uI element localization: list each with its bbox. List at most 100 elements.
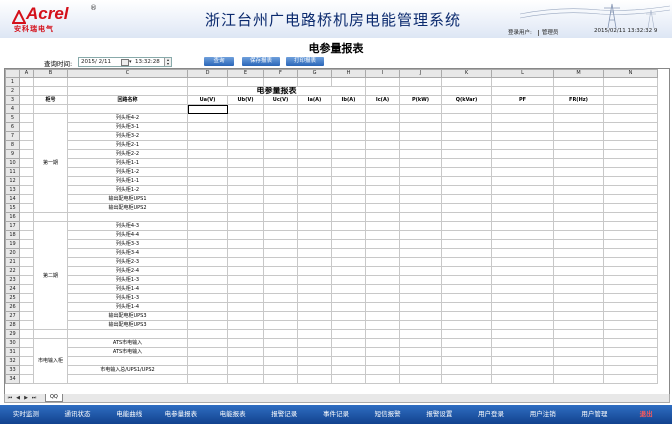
data-cell[interactable]	[603, 149, 658, 159]
data-cell[interactable]	[441, 365, 492, 375]
data-cell[interactable]	[187, 293, 228, 303]
data-cell[interactable]	[399, 230, 442, 240]
data-cell[interactable]	[441, 113, 492, 123]
row-number[interactable]: 19	[5, 239, 20, 249]
table-cell[interactable]	[491, 212, 554, 222]
data-cell[interactable]	[187, 140, 228, 150]
sheet-tab-qq[interactable]: QQ	[45, 394, 63, 402]
data-cell[interactable]	[227, 347, 264, 357]
data-cell[interactable]	[441, 284, 492, 294]
data-cell[interactable]	[365, 338, 400, 348]
data-cell[interactable]	[263, 347, 298, 357]
column-letter[interactable]: C	[67, 69, 188, 78]
data-cell[interactable]	[331, 194, 366, 204]
data-cell[interactable]	[553, 284, 604, 294]
data-cell[interactable]	[441, 158, 492, 168]
data-cell[interactable]	[297, 356, 332, 366]
table-cell[interactable]	[491, 329, 554, 339]
column-letter[interactable]: J	[399, 69, 442, 78]
table-cell[interactable]	[365, 86, 400, 96]
data-cell[interactable]	[297, 293, 332, 303]
table-cell[interactable]	[441, 329, 492, 339]
data-cell[interactable]	[263, 158, 298, 168]
data-cell[interactable]	[297, 374, 332, 384]
data-cell[interactable]	[365, 320, 400, 330]
row-number[interactable]: 25	[5, 293, 20, 303]
data-cell[interactable]	[331, 185, 366, 195]
data-cell[interactable]	[441, 356, 492, 366]
data-cell[interactable]	[441, 302, 492, 312]
data-cell[interactable]	[187, 167, 228, 177]
data-cell[interactable]	[603, 302, 658, 312]
data-cell[interactable]	[297, 221, 332, 231]
data-cell[interactable]	[399, 374, 442, 384]
data-cell[interactable]	[441, 194, 492, 204]
table-cell[interactable]	[187, 212, 228, 222]
data-cell[interactable]	[227, 122, 264, 132]
data-cell[interactable]	[553, 185, 604, 195]
data-cell[interactable]	[227, 320, 264, 330]
data-cell[interactable]	[553, 266, 604, 276]
data-cell[interactable]	[227, 194, 264, 204]
row-number[interactable]: 2	[5, 86, 20, 96]
data-cell[interactable]	[331, 257, 366, 267]
table-cell[interactable]	[331, 212, 366, 222]
data-cell[interactable]	[187, 257, 228, 267]
chevron-down-icon[interactable]: ▾	[129, 58, 132, 66]
column-letter[interactable]	[5, 69, 20, 78]
data-cell[interactable]	[297, 338, 332, 348]
data-cell[interactable]	[491, 167, 554, 177]
table-cell[interactable]	[399, 104, 442, 114]
data-cell[interactable]	[365, 176, 400, 186]
data-cell[interactable]	[331, 248, 366, 258]
data-cell[interactable]	[491, 122, 554, 132]
data-cell[interactable]	[263, 374, 298, 384]
data-cell[interactable]	[331, 122, 366, 132]
save-report-button[interactable]: 保存报表	[242, 57, 280, 66]
data-cell[interactable]	[441, 221, 492, 231]
data-cell[interactable]	[331, 302, 366, 312]
table-cell[interactable]	[553, 212, 604, 222]
data-cell[interactable]	[187, 158, 228, 168]
data-cell[interactable]	[227, 230, 264, 240]
table-cell[interactable]	[227, 329, 264, 339]
data-cell[interactable]	[441, 266, 492, 276]
data-cell[interactable]	[263, 293, 298, 303]
table-cell[interactable]	[365, 212, 400, 222]
table-cell[interactable]	[297, 329, 332, 339]
data-cell[interactable]	[297, 275, 332, 285]
data-cell[interactable]	[227, 302, 264, 312]
row-number[interactable]: 34	[5, 374, 20, 384]
data-cell[interactable]	[441, 257, 492, 267]
column-letter[interactable]: A	[19, 69, 34, 78]
data-cell[interactable]	[553, 374, 604, 384]
data-cell[interactable]	[441, 239, 492, 249]
data-cell[interactable]	[263, 284, 298, 294]
data-cell[interactable]	[603, 113, 658, 123]
table-cell[interactable]	[263, 212, 298, 222]
data-cell[interactable]	[263, 167, 298, 177]
table-cell[interactable]	[553, 77, 604, 87]
data-cell[interactable]	[553, 248, 604, 258]
data-cell[interactable]	[365, 149, 400, 159]
nav-item-0[interactable]: 实时监测	[0, 405, 52, 424]
data-cell[interactable]	[441, 275, 492, 285]
data-cell[interactable]	[227, 167, 264, 177]
table-cell[interactable]	[297, 104, 332, 114]
data-cell[interactable]	[227, 275, 264, 285]
row-number[interactable]: 23	[5, 275, 20, 285]
data-cell[interactable]	[227, 239, 264, 249]
table-cell[interactable]	[331, 77, 366, 87]
data-cell[interactable]	[227, 149, 264, 159]
data-cell[interactable]	[491, 356, 554, 366]
data-cell[interactable]	[365, 185, 400, 195]
data-cell[interactable]	[491, 347, 554, 357]
data-cell[interactable]	[297, 140, 332, 150]
data-cell[interactable]	[553, 239, 604, 249]
data-cell[interactable]	[297, 167, 332, 177]
table-cell[interactable]	[399, 86, 442, 96]
data-cell[interactable]	[187, 275, 228, 285]
data-cell[interactable]	[441, 149, 492, 159]
data-cell[interactable]	[399, 284, 442, 294]
table-cell[interactable]	[263, 77, 298, 87]
